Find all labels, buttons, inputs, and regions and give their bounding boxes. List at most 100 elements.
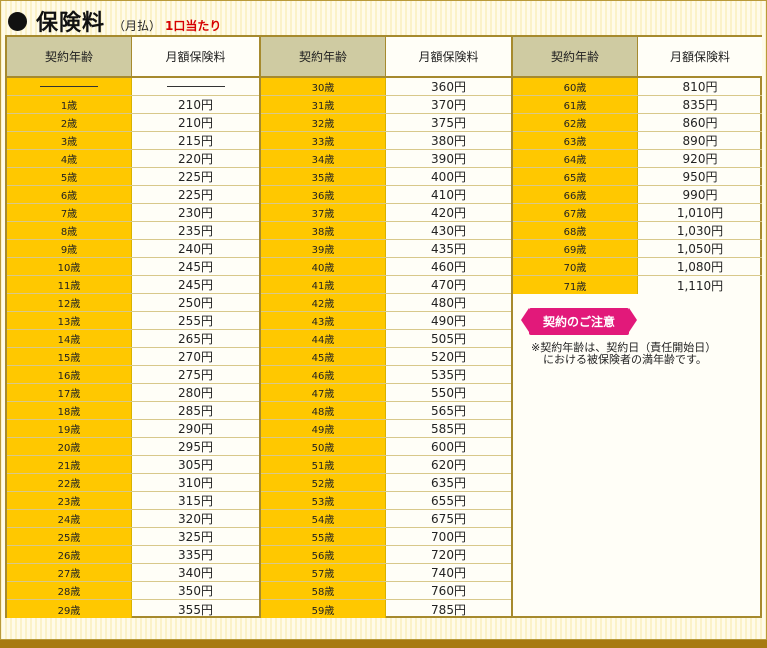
table-row: 46歳 535円	[261, 366, 511, 384]
price-cell: 220円	[178, 152, 213, 166]
table-row: 21歳 305円	[7, 456, 259, 474]
age-cell: 21歳	[7, 456, 132, 473]
price-cell: 490円	[431, 314, 466, 328]
table-row: 54歳 675円	[261, 510, 511, 528]
age-cell: 45歳	[261, 348, 386, 365]
age-cell: 23歳	[7, 492, 132, 509]
table-row: 51歳 620円	[261, 456, 511, 474]
age-cell: 15歳	[7, 348, 132, 365]
premium-table: 契約年齢 月額保険料 1歳 210円 2歳 210円 3歳 215円 4歳 220円 5歳 225…	[5, 35, 762, 618]
price-cell: 390円	[431, 152, 466, 166]
age-cell: 58歳	[261, 582, 386, 599]
price-cell: 740円	[431, 566, 466, 580]
table-row	[7, 78, 259, 96]
empty-dash	[166, 86, 225, 87]
age-header: 契約年齢	[261, 37, 386, 76]
per-unit-label: 1口当たり	[165, 19, 222, 33]
notice-line-2: における被保険者の満年齢です。	[543, 353, 707, 366]
price-cell: 275円	[178, 368, 213, 382]
price-cell: 380円	[431, 134, 466, 148]
age-cell: 17歳	[7, 384, 132, 401]
table-row: 9歳 240円	[7, 240, 259, 258]
age-cell: 60歳	[513, 78, 638, 95]
table-row: 14歳 265円	[7, 330, 259, 348]
column-header: 契約年齢 月額保険料	[513, 37, 762, 78]
table-row: 18歳 285円	[7, 402, 259, 420]
age-cell: 5歳	[7, 168, 132, 185]
table-row: 53歳 655円	[261, 492, 511, 510]
table-row: 11歳 245円	[7, 276, 259, 294]
age-cell: 63歳	[513, 132, 638, 149]
table-row: 56歳 720円	[261, 546, 511, 564]
price-cell: 720円	[431, 548, 466, 562]
age-cell: 59歳	[261, 600, 386, 618]
age-cell: 33歳	[261, 132, 386, 149]
age-cell: 2歳	[7, 114, 132, 131]
table-row: 20歳 295円	[7, 438, 259, 456]
price-cell: 1,050円	[676, 242, 724, 256]
table-row: 8歳 235円	[7, 222, 259, 240]
price-cell: 305円	[178, 458, 213, 472]
price-cell: 635円	[431, 476, 466, 490]
age-cell: 10歳	[7, 258, 132, 275]
price-header: 月額保険料	[132, 37, 259, 76]
age-cell: 11歳	[7, 276, 132, 293]
age-cell: 57歳	[261, 564, 386, 581]
price-cell: 890円	[682, 134, 718, 148]
price-cell: 310円	[178, 476, 213, 490]
price-cell: 460円	[431, 260, 466, 274]
price-cell: 225円	[178, 188, 213, 202]
price-cell: 210円	[178, 98, 213, 112]
age-cell: 14歳	[7, 330, 132, 347]
table-row: 3歳 215円	[7, 132, 259, 150]
price-cell: 215円	[178, 134, 213, 148]
price-cell: 470円	[431, 278, 466, 292]
price-cell: 760円	[431, 584, 466, 598]
table-column-2: 契約年齢 月額保険料 30歳 360円 31歳 370円 32歳 375円 33歳 380円 3…	[259, 37, 511, 618]
age-cell: 4歳	[7, 150, 132, 167]
notice-text: ※契約年齢は、契約日（責任開始日） における被保険者の満年齢です。	[523, 342, 753, 366]
age-cell: 1歳	[7, 96, 132, 113]
age-cell: 27歳	[7, 564, 132, 581]
table-row: 29歳 355円	[7, 600, 259, 618]
price-cell: 320円	[178, 512, 213, 526]
price-cell: 410円	[431, 188, 466, 202]
bullet-circle-icon	[8, 12, 27, 31]
age-cell: 71歳	[513, 276, 638, 294]
price-cell: 1,030円	[676, 224, 724, 238]
table-row: 63歳 890円	[513, 132, 762, 150]
age-cell: 64歳	[513, 150, 638, 167]
table-row: 24歳 320円	[7, 510, 259, 528]
age-cell: 20歳	[7, 438, 132, 455]
table-row: 69歳 1,050円	[513, 240, 762, 258]
table-row: 62歳 860円	[513, 114, 762, 132]
age-cell: 3歳	[7, 132, 132, 149]
age-cell: 37歳	[261, 204, 386, 221]
page-title: 保険料	[36, 11, 106, 36]
table-row: 32歳 375円	[261, 114, 511, 132]
price-cell: 265円	[178, 332, 213, 346]
price-cell: 285円	[178, 404, 213, 418]
price-cell: 360円	[431, 80, 466, 94]
table-rows: 1歳 210円 2歳 210円 3歳 215円 4歳 220円 5歳 225円 6歳 225円 7歳 23…	[7, 78, 259, 618]
table-row: 31歳 370円	[261, 96, 511, 114]
price-cell: 480円	[431, 296, 466, 310]
age-cell: 31歳	[261, 96, 386, 113]
price-cell: 350円	[178, 584, 213, 598]
price-cell: 565円	[431, 404, 466, 418]
price-cell: 280円	[178, 386, 213, 400]
age-cell: 47歳	[261, 384, 386, 401]
table-row: 17歳 280円	[7, 384, 259, 402]
price-cell: 355円	[178, 602, 213, 617]
table-row: 25歳 325円	[7, 528, 259, 546]
age-cell: 8歳	[7, 222, 132, 239]
table-row: 23歳 315円	[7, 492, 259, 510]
table-column-3: 契約年齢 月額保険料 60歳 810円 61歳 835円 62歳 860円 63歳 890円 6…	[511, 37, 762, 616]
table-row: 7歳 230円	[7, 204, 259, 222]
table-row: 16歳 275円	[7, 366, 259, 384]
price-cell: 860円	[682, 116, 718, 130]
age-cell: 28歳	[7, 582, 132, 599]
price-cell: 235円	[178, 224, 213, 238]
age-cell: 16歳	[7, 366, 132, 383]
age-cell: 69歳	[513, 240, 638, 257]
